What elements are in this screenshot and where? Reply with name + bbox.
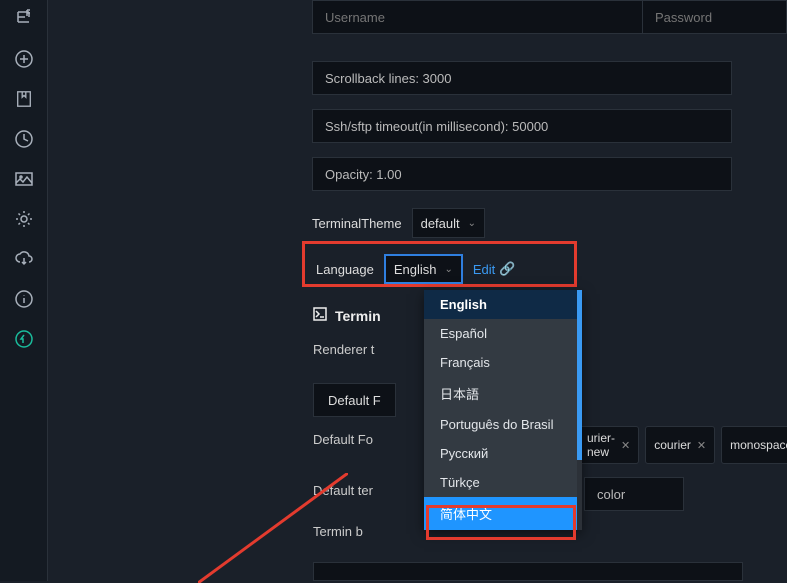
cloud-download-icon[interactable] (13, 248, 35, 270)
option-text: Türkçe (440, 475, 480, 490)
chip-text: urier-new (587, 431, 615, 459)
default-ter-input[interactable]: color (584, 477, 684, 511)
edit-label: Edit (473, 262, 495, 277)
language-edit-link[interactable]: Edit 🔗 (473, 261, 516, 277)
language-option[interactable]: Français (424, 348, 582, 377)
password-input[interactable] (643, 0, 787, 34)
info-icon[interactable] (13, 288, 35, 310)
add-icon[interactable] (13, 48, 35, 70)
language-row: Language English ⌄ Edit 🔗 (316, 254, 515, 284)
option-text: Русский (440, 446, 488, 461)
option-text: Español (440, 326, 487, 341)
language-label: Language (316, 262, 374, 277)
default-for-label: Default Fo (313, 432, 373, 447)
dropdown-scrollbar-thumb[interactable] (577, 290, 582, 460)
terminal-bottom-label: Termin (313, 524, 352, 539)
default-ter-value: color (597, 487, 625, 502)
font-chip[interactable]: courier ✕ (645, 426, 715, 464)
bottom-field[interactable] (313, 562, 743, 581)
language-select[interactable]: English ⌄ (384, 254, 463, 284)
language-value: English (394, 262, 437, 277)
language-option[interactable]: Русский (424, 439, 582, 468)
timeout-value: Ssh/sftp timeout(in millisecond): 50000 (325, 119, 548, 134)
credentials-row (312, 0, 787, 34)
font-chip[interactable]: monospace✕ (721, 426, 787, 464)
option-text: Português do Brasil (440, 417, 553, 432)
bookmark-icon[interactable] (13, 88, 35, 110)
language-dropdown: English Español Français 日本語 Português d… (424, 290, 582, 530)
timeout-field[interactable]: Ssh/sftp timeout(in millisecond): 50000 (312, 109, 732, 143)
terminal-theme-value: default (421, 216, 460, 231)
language-option[interactable]: 日本語 (424, 377, 582, 410)
chevron-down-icon: ⌄ (444, 264, 452, 275)
sidebar (0, 0, 48, 581)
chip-text: monospace (730, 438, 787, 452)
default-f-button[interactable]: Default F (313, 383, 396, 417)
terminal-icon (313, 307, 327, 324)
terminal-header-text: Termin (335, 308, 381, 324)
chip-text: courier (654, 438, 691, 452)
language-option[interactable]: English (424, 290, 582, 319)
terminal-theme-row: TerminalTheme default ⌄ (312, 208, 485, 238)
option-text: Français (440, 355, 490, 370)
font-chip[interactable]: urier-new ✕ (578, 426, 639, 464)
default-f-label: Default F (328, 393, 381, 408)
terminal-theme-label: TerminalTheme (312, 216, 402, 231)
font-chips: urier-new ✕ courier ✕ monospace✕ (578, 426, 787, 464)
gear-icon[interactable] (13, 208, 35, 230)
terminal-theme-select[interactable]: default ⌄ (412, 208, 485, 238)
close-icon[interactable]: ✕ (621, 439, 630, 452)
default-ter-label: Default ter (313, 483, 373, 498)
option-text: 简体中文 (440, 507, 492, 522)
clock-icon[interactable] (13, 128, 35, 150)
scrollback-field[interactable]: Scrollback lines: 3000 (312, 61, 732, 95)
logo-icon[interactable] (13, 8, 35, 30)
image-icon[interactable] (13, 168, 35, 190)
language-option[interactable]: 简体中文 (424, 497, 582, 530)
close-icon[interactable]: ✕ (697, 439, 706, 452)
language-option[interactable]: Türkçe (424, 468, 582, 497)
scrollback-value: Scrollback lines: 3000 (325, 71, 451, 86)
chevron-down-icon: ⌄ (468, 218, 476, 229)
terminal-section-header: Termin (313, 307, 381, 324)
sync-icon[interactable] (13, 328, 35, 350)
link-icon: 🔗 (499, 261, 515, 277)
content: Scrollback lines: 3000 Ssh/sftp timeout(… (48, 0, 787, 581)
renderer-label: Renderer t (313, 342, 374, 357)
option-text: 日本語 (440, 387, 479, 402)
option-text: English (440, 297, 487, 312)
opacity-field[interactable]: Opacity: 1.00 (312, 157, 732, 191)
language-option[interactable]: Español (424, 319, 582, 348)
username-input[interactable] (312, 0, 643, 34)
language-option[interactable]: Português do Brasil (424, 410, 582, 439)
opacity-value: Opacity: 1.00 (325, 167, 402, 182)
